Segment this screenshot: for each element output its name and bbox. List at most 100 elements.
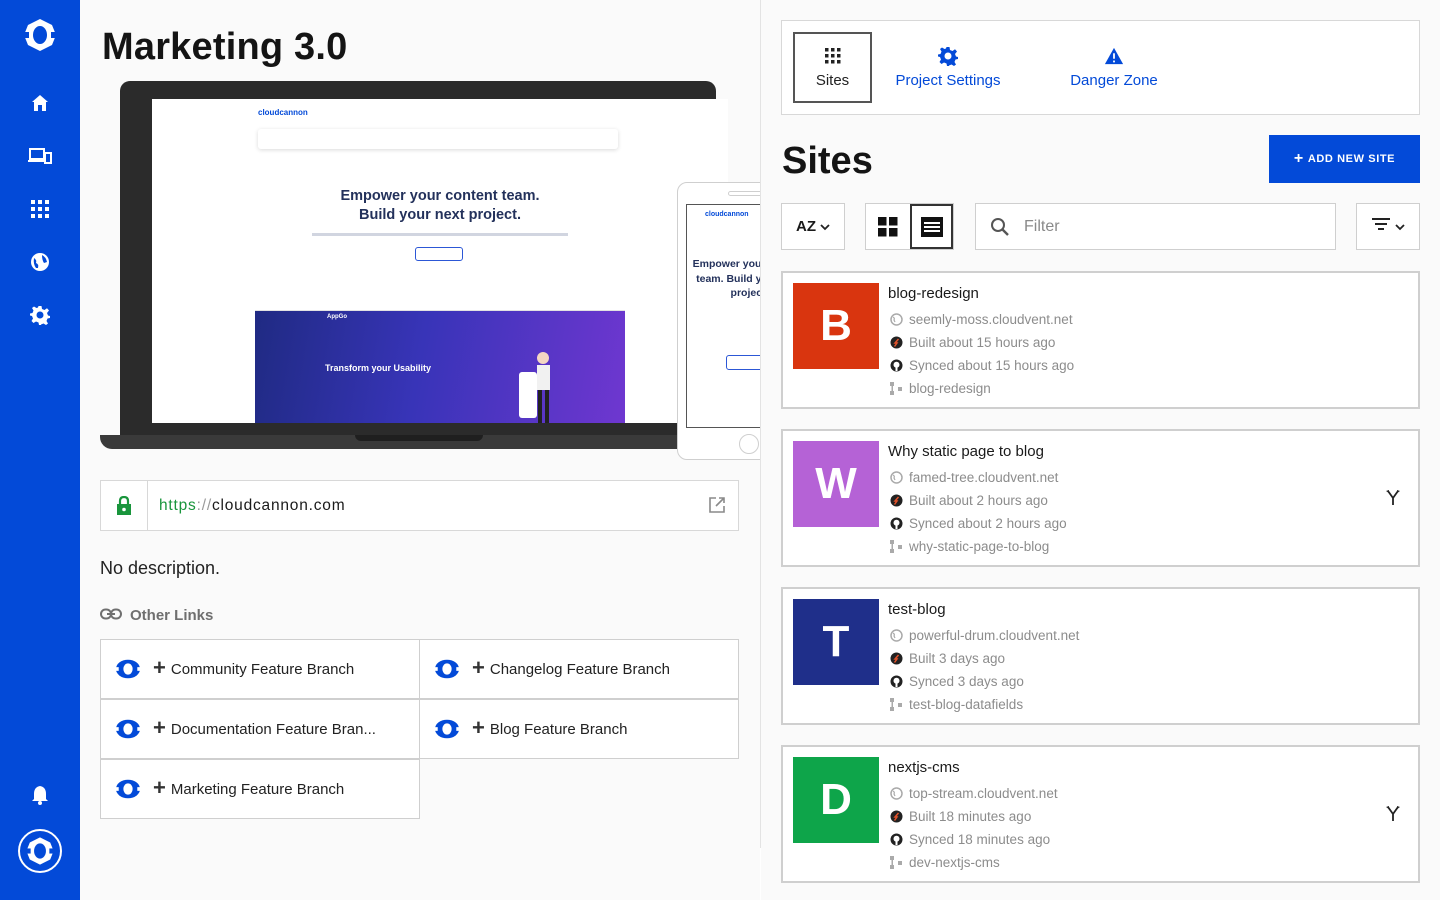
build-icon (890, 336, 903, 349)
sites-panel: Sites Project Settings Danger Zone Sites… (761, 0, 1440, 900)
other-links-heading: Other Links (100, 607, 213, 624)
cloudcannon-logo-icon (115, 778, 141, 800)
site-domain[interactable]: top-stream.cloudvent.net (890, 786, 1058, 801)
site-card[interactable]: D nextjs-cms top-stream.cloudvent.net Bu… (781, 745, 1420, 883)
site-card[interactable]: W Why static page to blog famed-tree.clo… (781, 429, 1420, 567)
filter-lines-icon (1371, 217, 1390, 236)
branch-icon (890, 698, 903, 711)
globe-icon[interactable] (28, 250, 52, 274)
link-icon (100, 607, 122, 624)
preview-nav (258, 129, 618, 149)
site-name[interactable]: nextjs-cms (888, 759, 960, 776)
build-icon (890, 652, 903, 665)
plus-icon: + (472, 715, 485, 740)
site-name[interactable]: blog-redesign (888, 285, 979, 302)
preview-app-headline: Transform your Usability (325, 363, 432, 373)
github-icon (890, 359, 903, 372)
gear-icon (938, 46, 958, 66)
sort-button[interactable]: AZ (781, 203, 845, 250)
globe-icon (890, 787, 903, 800)
plus-icon: + (153, 655, 166, 680)
grid-view-icon (878, 216, 898, 236)
merge-branch-icon[interactable] (1384, 489, 1402, 507)
site-card[interactable]: T test-blog powerful-drum.cloudvent.net … (781, 587, 1420, 725)
globe-icon (890, 629, 903, 642)
list-view-button[interactable] (910, 204, 953, 249)
site-domain[interactable]: seemly-moss.cloudvent.net (890, 312, 1073, 327)
site-url[interactable]: https://cloudcannon.com (159, 497, 345, 515)
preview-app-brand: AppGo (327, 314, 347, 320)
devices-icon[interactable] (28, 144, 52, 168)
laptop-screen: cloudcannon Empower your content team. B… (152, 99, 728, 423)
site-built-status: Built 3 days ago (890, 651, 1005, 666)
site-built-status: Built about 2 hours ago (890, 493, 1048, 508)
build-icon (890, 810, 903, 823)
site-built-status: Built about 15 hours ago (890, 335, 1055, 350)
cloudcannon-logo-icon (115, 658, 141, 680)
tab-project-settings[interactable]: Project Settings (885, 32, 1011, 103)
site-branch: dev-nextjs-cms (890, 855, 1000, 870)
site-branch: blog-redesign (890, 381, 991, 396)
branch-icon (890, 540, 903, 553)
list-view-icon (920, 216, 943, 237)
home-icon[interactable] (28, 91, 52, 115)
build-icon (890, 494, 903, 507)
project-description: No description. (100, 558, 221, 578)
link-community-feature-branch[interactable]: + Community Feature Branch (100, 639, 420, 699)
grid-icon[interactable] (28, 197, 52, 221)
site-built-status: Built 18 minutes ago (890, 809, 1031, 824)
github-icon (890, 675, 903, 688)
project-tabs: Sites Project Settings Danger Zone (781, 20, 1420, 115)
filter-field[interactable] (975, 203, 1336, 250)
site-name[interactable]: Why static page to blog (888, 443, 1044, 460)
github-icon (890, 833, 903, 846)
view-toggle (865, 203, 954, 250)
globe-icon (890, 471, 903, 484)
filter-input[interactable] (1024, 216, 1324, 238)
link-marketing-feature-branch[interactable]: + Marketing Feature Branch (100, 759, 420, 819)
sort-az-icon: AZ (796, 218, 816, 235)
laptop-frame: cloudcannon Empower your content team. B… (120, 81, 728, 435)
preview-logo: cloudcannon (258, 108, 308, 117)
tab-sites[interactable]: Sites (793, 32, 872, 103)
branch-icon (890, 382, 903, 395)
site-branch: test-blog-datafields (890, 697, 1023, 712)
bell-icon[interactable] (28, 783, 52, 807)
cloudcannon-logo-icon (434, 658, 460, 680)
tab-danger-zone[interactable]: Danger Zone (1054, 32, 1174, 103)
plus-icon: + (153, 775, 166, 800)
phone-logo: cloudcannon (705, 211, 749, 218)
site-synced-status: Synced about 2 hours ago (890, 516, 1067, 531)
sites-heading: Sites (782, 140, 873, 182)
account-avatar[interactable] (18, 829, 62, 873)
add-new-site-button[interactable]: + ADD NEW SITE (1269, 135, 1420, 183)
link-changelog-feature-branch[interactable]: + Changelog Feature Branch (419, 639, 739, 699)
site-avatar: W (793, 441, 879, 527)
plus-icon: + (1293, 150, 1304, 167)
link-documentation-feature-branch[interactable]: + Documentation Feature Bran... (100, 699, 420, 759)
laptop-notch (355, 435, 483, 441)
preview-illustration (519, 352, 550, 423)
site-synced-status: Synced 18 minutes ago (890, 832, 1050, 847)
filter-menu-button[interactable] (1356, 203, 1420, 250)
external-link-icon[interactable] (708, 496, 726, 514)
site-synced-status: Synced about 15 hours ago (890, 358, 1074, 373)
warning-icon (1104, 46, 1124, 66)
merge-branch-icon[interactable] (1384, 805, 1402, 823)
plus-icon: + (472, 655, 485, 680)
site-name[interactable]: test-blog (888, 601, 946, 618)
phone-home-button (739, 434, 759, 454)
link-blog-feature-branch[interactable]: + Blog Feature Branch (419, 699, 739, 759)
site-url-bar[interactable]: https://cloudcannon.com (100, 480, 739, 531)
preview-app-screenshot: AppGo Transform your Usability (255, 295, 625, 423)
cloudcannon-logo-icon (434, 718, 460, 740)
site-card[interactable]: B blog-redesign seemly-moss.cloudvent.ne… (781, 271, 1420, 409)
gear-icon[interactable] (28, 303, 52, 327)
grid-view-button[interactable] (866, 204, 910, 249)
site-domain[interactable]: powerful-drum.cloudvent.net (890, 628, 1079, 643)
site-domain[interactable]: famed-tree.cloudvent.net (890, 470, 1058, 485)
cloudcannon-logo-icon[interactable] (20, 15, 60, 55)
chevron-down-icon (820, 218, 830, 235)
globe-icon (890, 313, 903, 326)
project-detail-panel: Marketing 3.0 cloudcannon Empower your c… (80, 0, 820, 900)
